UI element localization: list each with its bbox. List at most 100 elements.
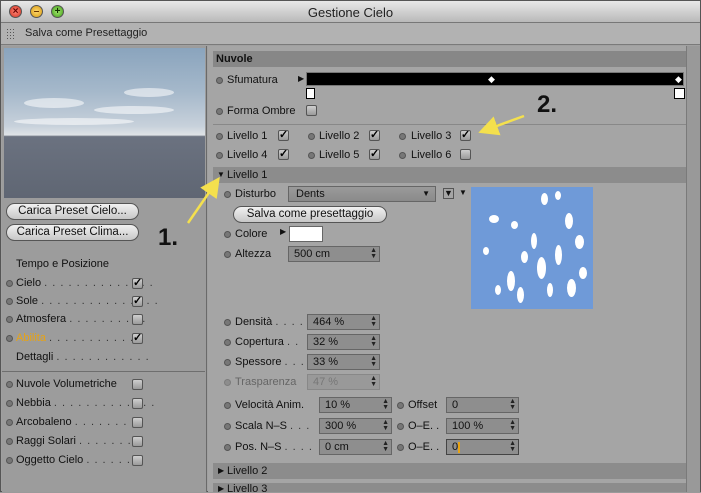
oggetto-cielo-checkbox[interactable] — [132, 455, 143, 466]
velocita-label: Velocità Anim. — [235, 399, 305, 411]
pos-field[interactable]: 0 cm ▲ ▼ — [319, 439, 392, 455]
anim-dot-icon[interactable] — [224, 339, 231, 346]
list-item-sole[interactable]: Sole . . . . . . . . . . . . . . . ✓ — [2, 293, 205, 311]
anim-dot-icon[interactable] — [224, 231, 231, 238]
anim-dot-icon[interactable] — [397, 423, 404, 430]
atmosfera-checkbox[interactable] — [132, 314, 143, 325]
grip-icon — [6, 28, 16, 39]
list-item-oggetto-cielo[interactable]: Oggetto Cielo . . . . . . — [2, 452, 205, 470]
livello-1-checkbox[interactable]: ✓ — [278, 130, 289, 141]
velocita-field[interactable]: 10 % ▲ ▼ — [319, 397, 392, 413]
anim-dot-icon[interactable] — [216, 108, 223, 115]
load-climate-preset-button[interactable]: Carica Preset Clima... — [6, 224, 139, 241]
anim-dot-icon[interactable] — [399, 152, 406, 159]
anim-dot-icon[interactable] — [6, 280, 13, 287]
trasparenza-field: 47 % ▲ ▼ — [307, 374, 380, 390]
window: × – + Gestione Cielo Salva come Presetta… — [0, 0, 701, 492]
pos-label: Pos. N–S . . . . — [235, 441, 313, 453]
sfumatura-label: Sfumatura — [227, 74, 278, 86]
densita-field[interactable]: 464 % ▲ ▼ — [307, 314, 380, 330]
scrollbar[interactable] — [686, 46, 700, 492]
arcobaleno-checkbox[interactable] — [132, 417, 143, 428]
noise-preview — [471, 187, 593, 309]
item-label: Sole — [16, 295, 39, 307]
offset-field[interactable]: 0 ▲ ▼ — [446, 397, 519, 413]
anim-dot-icon[interactable] — [6, 419, 13, 426]
list-item-nuvole-volumetriche[interactable]: Nuvole Volumetriche — [2, 376, 205, 394]
anim-dot-icon[interactable] — [224, 423, 231, 430]
group-header-livello-3[interactable]: ▶ Livello 3 — [213, 483, 687, 492]
anim-dot-icon[interactable] — [216, 77, 223, 84]
anim-dot-icon[interactable] — [216, 152, 223, 159]
list-item-raggi-solari[interactable]: Raggi Solari . . . . . . . . — [2, 433, 205, 451]
anim-dot-icon[interactable] — [224, 191, 231, 198]
nebbia-checkbox[interactable] — [132, 398, 143, 409]
list-item-arcobaleno[interactable]: Arcobaleno . . . . . . . . . — [2, 414, 205, 432]
anim-dot-icon[interactable] — [6, 316, 13, 323]
gradient-knot-icon[interactable]: ◆ — [488, 75, 497, 84]
anim-dot-icon[interactable] — [308, 152, 315, 159]
livello-3-checkbox[interactable]: ✓ — [460, 130, 471, 141]
anim-dot-icon[interactable] — [6, 335, 13, 342]
oe-scale-field[interactable]: 100 % ▲ ▼ — [446, 418, 519, 434]
anim-dot-icon[interactable] — [308, 133, 315, 140]
livello-2-checkbox[interactable]: ✓ — [369, 130, 380, 141]
save-preset-menu[interactable]: Salva come Presettaggio — [25, 27, 147, 39]
gradient-stop-black[interactable] — [306, 88, 315, 99]
anim-dot-icon[interactable] — [6, 457, 13, 464]
anim-dot-icon[interactable] — [224, 444, 231, 451]
livello-4-checkbox[interactable]: ✓ — [278, 149, 289, 160]
spessore-field[interactable]: 33 % ▲ ▼ — [307, 354, 380, 370]
oe-pos-field[interactable]: 0 ▲ ▼ — [446, 439, 519, 455]
expand-arrow-icon[interactable]: ▶ — [298, 74, 304, 83]
anim-dot-icon[interactable] — [6, 381, 13, 388]
save-as-preset-button[interactable]: Salva come presettaggio — [233, 206, 387, 223]
gradient-stop-white[interactable] — [674, 88, 685, 99]
copertura-field[interactable]: 32 % ▲ ▼ — [307, 334, 380, 350]
annotation-2: 2. — [537, 91, 558, 118]
anim-dot-icon[interactable] — [6, 438, 13, 445]
forma-ombre-checkbox[interactable] — [306, 105, 317, 116]
dropdown-arrow-icon[interactable]: ▼ — [459, 188, 467, 197]
raggi-solari-checkbox[interactable] — [132, 436, 143, 447]
sole-checkbox[interactable]: ✓ — [132, 296, 143, 307]
section-title: Tempo e Posizione — [16, 258, 109, 270]
anim-dot-icon[interactable] — [224, 402, 231, 409]
anim-dot-icon[interactable] — [216, 133, 223, 140]
nuvole-volumetriche-checkbox[interactable] — [132, 379, 143, 390]
expand-arrow-icon[interactable]: ▶ — [280, 227, 286, 236]
group-header-livello-2[interactable]: ▶ Livello 2 — [213, 463, 687, 479]
list-item-dettagli[interactable]: Dettagli . . . . . . . . . . . . — [2, 349, 205, 367]
cielo-checkbox[interactable]: ✓ — [132, 278, 143, 289]
item-label: Raggi Solari — [16, 435, 76, 447]
livello-2-label: Livello 2 — [319, 130, 360, 142]
livello-5-checkbox[interactable]: ✓ — [369, 149, 380, 160]
item-label: Nebbia — [16, 397, 51, 409]
scala-field[interactable]: 300 % ▲ ▼ — [319, 418, 392, 434]
anim-dot-icon[interactable] — [224, 359, 231, 366]
anim-dot-icon[interactable] — [6, 298, 13, 305]
filter-icon[interactable]: ▼ — [443, 188, 454, 199]
anim-dot-icon[interactable] — [399, 133, 406, 140]
color-swatch[interactable] — [289, 226, 323, 242]
item-label: Oggetto Cielo — [16, 454, 84, 466]
list-item-cielo[interactable]: Cielo . . . . . . . . . . . . . . ✓ — [2, 275, 205, 293]
item-label: Nuvole Volumetriche — [16, 378, 117, 390]
anim-dot-icon[interactable] — [6, 400, 13, 407]
window-title: Gestione Cielo — [307, 5, 394, 20]
anim-dot-icon[interactable] — [224, 319, 231, 326]
gradient-knot-icon[interactable]: ◆ — [675, 75, 684, 84]
list-item-abilita[interactable]: Abilita . . . . . . . . . . . . ✓ — [2, 330, 205, 348]
livello-6-checkbox[interactable] — [460, 149, 471, 160]
anim-dot-icon[interactable] — [397, 402, 404, 409]
abilita-checkbox[interactable]: ✓ — [132, 333, 143, 344]
anim-dot-icon[interactable] — [224, 251, 231, 258]
list-item-nebbia[interactable]: Nebbia . . . . . . . . . . . . . — [2, 395, 205, 413]
group-header-livello-1[interactable]: ▼ Livello 1 — [213, 167, 687, 183]
load-sky-preset-button[interactable]: Carica Preset Cielo... — [6, 203, 139, 220]
disturbo-dropdown[interactable]: Dents ▼ — [288, 186, 436, 202]
list-item-atmosfera[interactable]: Atmosfera . . . . . . . . . . — [2, 311, 205, 329]
anim-dot-icon[interactable] — [397, 444, 404, 451]
altezza-field[interactable]: 500 cm ▲ ▼ — [288, 246, 380, 262]
gradient-editor[interactable]: ◆ ◆ — [306, 72, 684, 86]
